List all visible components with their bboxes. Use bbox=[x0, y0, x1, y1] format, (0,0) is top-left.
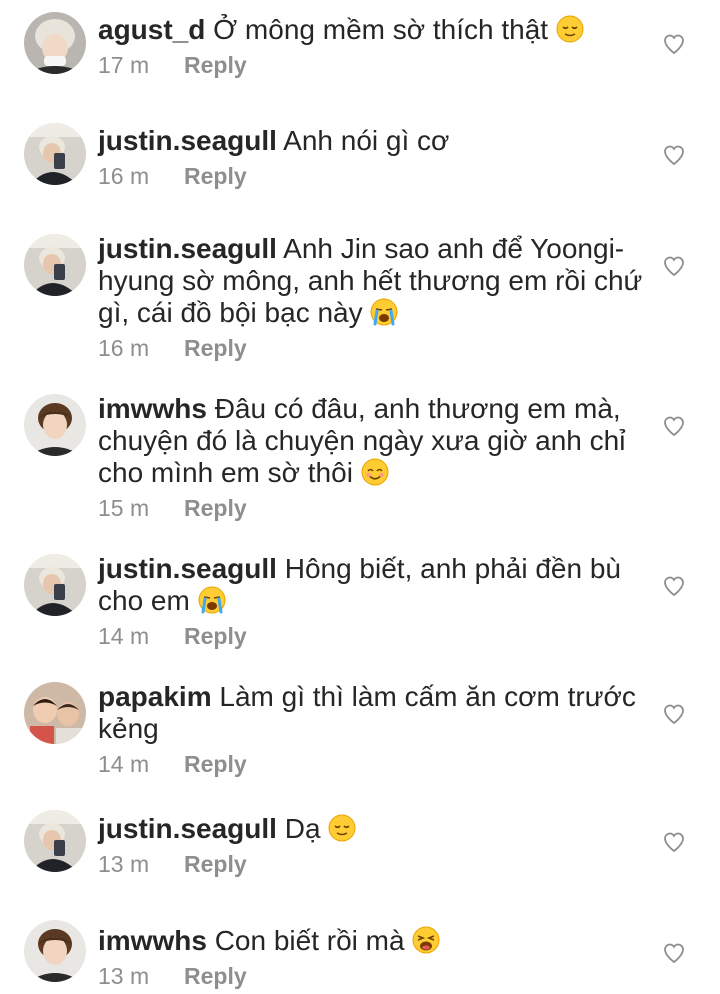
timestamp: 17 m bbox=[98, 52, 150, 78]
weary-emoji-icon bbox=[412, 925, 440, 956]
comment-meta: 13 m Reply bbox=[98, 961, 646, 991]
comment-meta: 14 m Reply bbox=[98, 621, 646, 651]
timestamp: 14 m bbox=[98, 623, 150, 649]
relieved-emoji-icon bbox=[556, 14, 584, 45]
timestamp: 16 m bbox=[98, 335, 150, 361]
reply-button[interactable]: Reply bbox=[184, 52, 247, 78]
reply-button[interactable]: Reply bbox=[184, 335, 247, 361]
timestamp: 15 m bbox=[98, 495, 150, 521]
heart-icon[interactable] bbox=[662, 254, 686, 278]
comment-meta: 16 m Reply bbox=[98, 161, 646, 191]
avatar[interactable] bbox=[24, 394, 86, 456]
comment-text: imwwhs Con biết rồi mà bbox=[98, 925, 646, 957]
reply-button[interactable]: Reply bbox=[184, 963, 247, 989]
timestamp: 16 m bbox=[98, 163, 150, 189]
reply-button[interactable]: Reply bbox=[184, 751, 247, 777]
relieved-emoji-icon bbox=[328, 813, 356, 844]
username-link[interactable]: justin.seagull bbox=[98, 233, 277, 264]
avatar[interactable] bbox=[24, 12, 86, 74]
reply-button[interactable]: Reply bbox=[184, 623, 247, 649]
crying-emoji-icon bbox=[370, 297, 398, 328]
comment-body: Ở mông mềm sờ thích thật bbox=[213, 14, 549, 45]
comment-text: justin.seagull Dạ bbox=[98, 813, 646, 845]
reply-button[interactable]: Reply bbox=[184, 851, 247, 877]
reply-button[interactable]: Reply bbox=[184, 495, 247, 521]
username-link[interactable]: justin.seagull bbox=[98, 125, 277, 156]
comment-text: papakim Làm gì thì làm cấm ăn cơm trước … bbox=[98, 681, 646, 745]
comment-text: justin.seagull Anh nói gì cơ bbox=[98, 125, 646, 157]
comment-body: Con biết rồi mà bbox=[214, 925, 405, 956]
username-link[interactable]: imwwhs bbox=[98, 393, 207, 424]
comment-meta: 16 m Reply bbox=[98, 333, 646, 363]
comment-meta: 15 m Reply bbox=[98, 493, 646, 523]
comment-meta: 13 m Reply bbox=[98, 849, 646, 879]
timestamp: 14 m bbox=[98, 751, 150, 777]
avatar[interactable] bbox=[24, 123, 86, 185]
smiling-emoji-icon bbox=[361, 457, 389, 488]
timestamp: 13 m bbox=[98, 963, 150, 989]
comment-meta: 17 m Reply bbox=[98, 50, 646, 80]
comment-text: imwwhs Đâu có đâu, anh thương em mà, chu… bbox=[98, 393, 646, 489]
comment-text: agust_d Ở mông mềm sờ thích thật bbox=[98, 14, 646, 46]
reply-button[interactable]: Reply bbox=[184, 163, 247, 189]
username-link[interactable]: agust_d bbox=[98, 14, 205, 45]
avatar[interactable] bbox=[24, 920, 86, 982]
heart-icon[interactable] bbox=[662, 143, 686, 167]
crying-emoji-icon bbox=[198, 585, 226, 616]
username-link[interactable]: imwwhs bbox=[98, 925, 207, 956]
comment-text: justin.seagull Anh Jin sao anh để Yoongi… bbox=[98, 233, 646, 329]
heart-icon[interactable] bbox=[662, 414, 686, 438]
heart-icon[interactable] bbox=[662, 32, 686, 56]
heart-icon[interactable] bbox=[662, 941, 686, 965]
avatar[interactable] bbox=[24, 234, 86, 296]
comment-body: Anh nói gì cơ bbox=[283, 125, 450, 156]
avatar[interactable] bbox=[24, 682, 86, 744]
username-link[interactable]: justin.seagull bbox=[98, 813, 277, 844]
heart-icon[interactable] bbox=[662, 702, 686, 726]
avatar[interactable] bbox=[24, 554, 86, 616]
avatar[interactable] bbox=[24, 810, 86, 872]
comment-body: Dạ bbox=[284, 813, 321, 844]
heart-icon[interactable] bbox=[662, 574, 686, 598]
timestamp: 13 m bbox=[98, 851, 150, 877]
username-link[interactable]: papakim bbox=[98, 681, 212, 712]
comment-meta: 14 m Reply bbox=[98, 749, 646, 779]
username-link[interactable]: justin.seagull bbox=[98, 553, 277, 584]
heart-icon[interactable] bbox=[662, 830, 686, 854]
comment-text: justin.seagull Hông biết, anh phải đền b… bbox=[98, 553, 646, 617]
